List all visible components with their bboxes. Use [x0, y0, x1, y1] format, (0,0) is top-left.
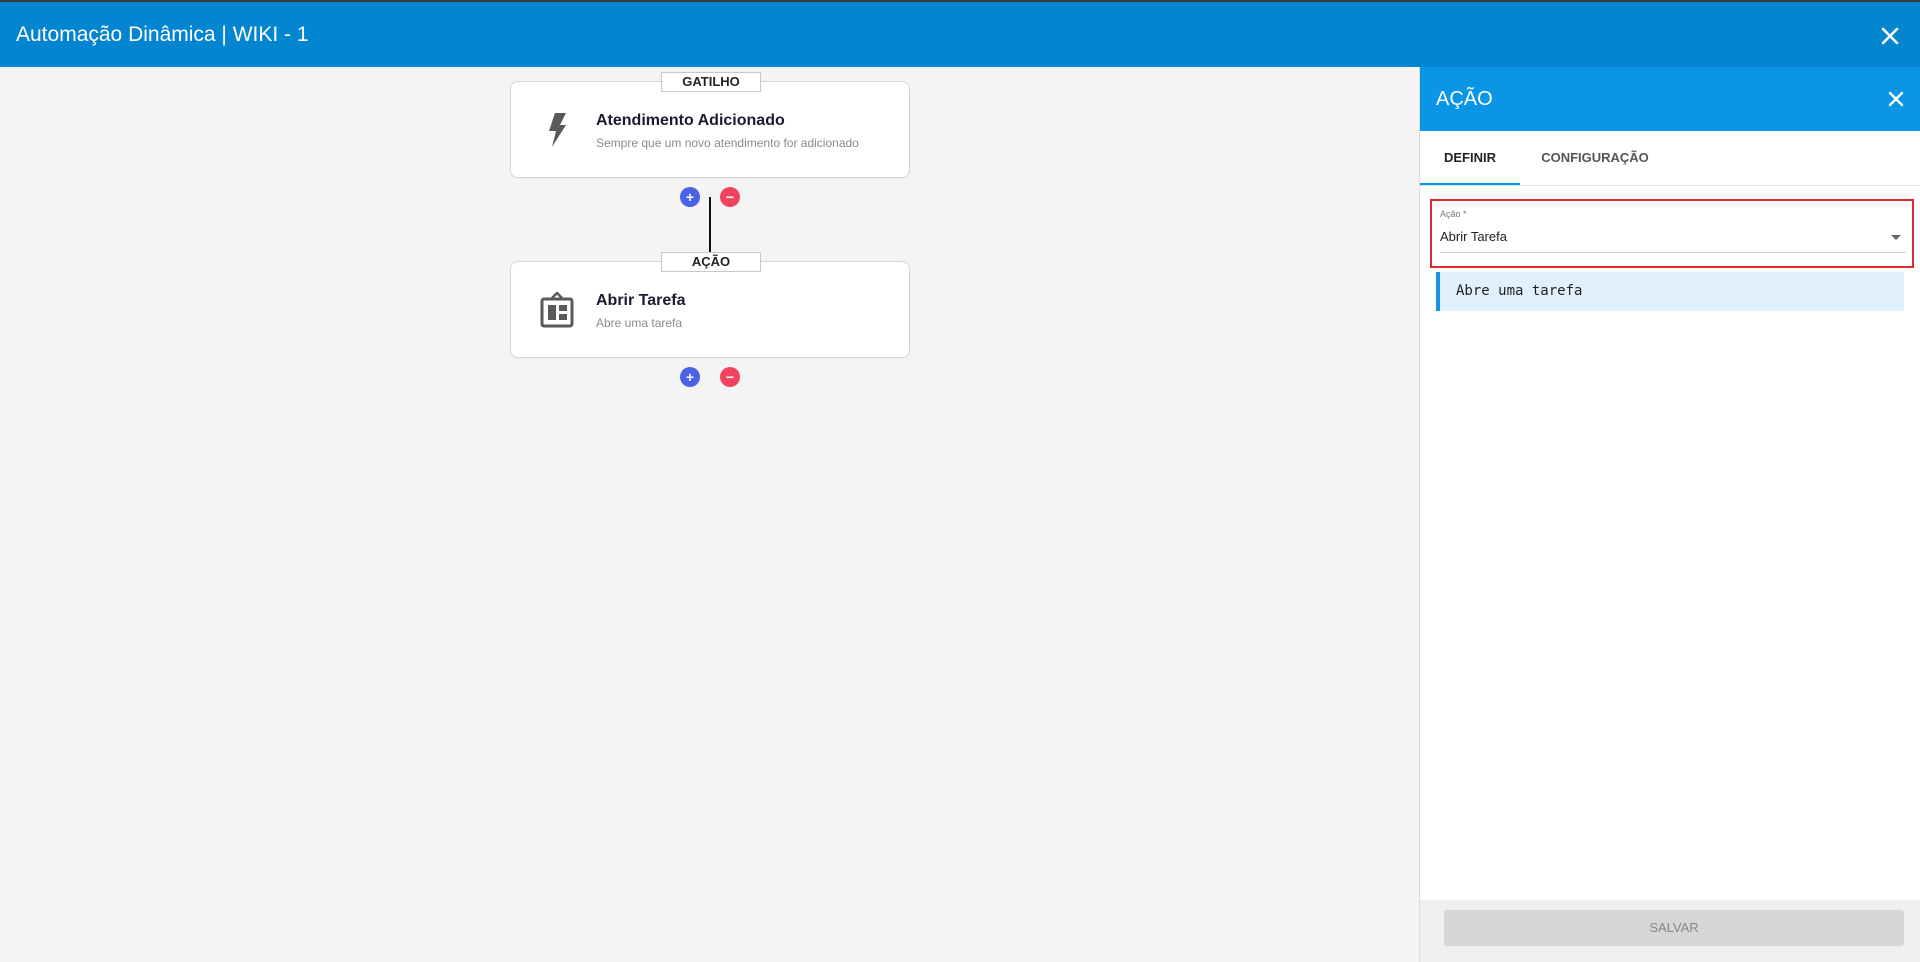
save-button[interactable]: SALVAR: [1444, 910, 1904, 946]
panel-close-button[interactable]: [1882, 85, 1910, 113]
action-description-box: Abre uma tarefa: [1436, 272, 1904, 311]
flow-connector: [709, 197, 711, 257]
automation-window: Automação Dinâmica | WIKI - 1 GATILHO At…: [0, 2, 1920, 962]
trigger-add-button[interactable]: +: [680, 187, 700, 207]
action-select-field[interactable]: Ação * Abrir Tarefa: [1430, 199, 1914, 268]
task-board-icon: [539, 292, 575, 328]
panel-footer: SALVAR: [1420, 900, 1920, 962]
tab-configuracao[interactable]: CONFIGURAÇÃO: [1530, 131, 1660, 185]
trigger-tag: GATILHO: [661, 72, 761, 92]
window-header: Automação Dinâmica | WIKI - 1: [0, 2, 1920, 67]
close-icon: [1881, 27, 1899, 45]
trigger-subtitle: Sempre que um novo atendimento for adici…: [596, 136, 859, 150]
field-underline: [1440, 252, 1906, 253]
panel-title: AÇÃO: [1436, 88, 1493, 110]
trigger-remove-button[interactable]: −: [720, 187, 740, 207]
flow-canvas[interactable]: GATILHO Atendimento Adicionado Sempre qu…: [0, 67, 1419, 962]
lightning-bolt-icon: [539, 112, 575, 148]
window-close-button[interactable]: [1874, 22, 1906, 50]
tab-definir[interactable]: DEFINIR: [1420, 131, 1520, 185]
action-description: Abre uma tarefa: [1456, 283, 1583, 299]
action-add-button[interactable]: +: [680, 367, 700, 387]
trigger-node[interactable]: GATILHO Atendimento Adicionado Sempre qu…: [510, 72, 910, 178]
action-select-label: Ação *: [1440, 209, 1467, 219]
action-title: Abrir Tarefa: [596, 292, 686, 309]
panel-tabs: DEFINIR CONFIGURAÇÃO: [1420, 131, 1920, 186]
action-remove-button[interactable]: −: [720, 367, 740, 387]
chevron-down-icon[interactable]: [1891, 235, 1901, 240]
close-icon: [1888, 91, 1904, 107]
action-tag: AÇÃO: [661, 252, 761, 272]
panel-header: AÇÃO: [1420, 67, 1920, 131]
action-subtitle: Abre uma tarefa: [596, 316, 683, 330]
window-title: Automação Dinâmica | WIKI - 1: [16, 23, 309, 46]
action-select-value[interactable]: Abrir Tarefa: [1440, 229, 1507, 244]
trigger-title: Atendimento Adicionado: [596, 112, 785, 129]
action-node[interactable]: AÇÃO Abrir Tarefa Abre uma tarefa: [510, 252, 910, 358]
action-panel: AÇÃO DEFINIR CONFIGURAÇÃO Ação * Abrir T…: [1419, 67, 1920, 962]
